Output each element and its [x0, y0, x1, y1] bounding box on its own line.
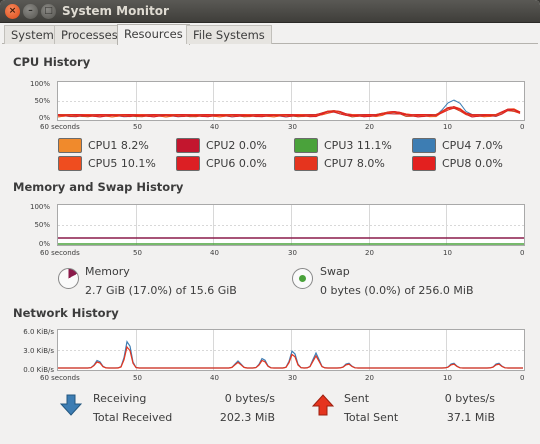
cpu-y-tick-0: 0% [38, 114, 50, 122]
cpu7-color-button[interactable] [294, 156, 318, 171]
receive-arrow-icon[interactable] [60, 394, 82, 416]
cpu7-label: CPU7 [324, 157, 354, 170]
memory-value: 2.7 GiB (17.0%) of 15.6 GiB [85, 284, 237, 297]
mem-x-tick-0: 0 [520, 249, 525, 257]
total-sent-label: Total Sent [344, 411, 399, 424]
mem-x-tick-60: 60 seconds [40, 249, 80, 257]
cpu2-color-button[interactable] [176, 138, 200, 153]
cpu4-label: CPU4 [442, 139, 472, 152]
cpu1-color-button[interactable] [58, 138, 82, 153]
cpu2-label: CPU2 [206, 139, 236, 152]
mem-x-tick-40: 40 [210, 249, 219, 257]
minimize-icon: – [28, 6, 33, 16]
mem-x-tick-20: 20 [365, 249, 374, 257]
tab-file-systems[interactable]: File Systems [186, 25, 272, 44]
network-history-graph [57, 329, 525, 371]
mem-y-tick-0: 0% [38, 240, 50, 248]
net-x-tick-60: 60 seconds [40, 374, 80, 382]
minimize-button[interactable]: – [23, 4, 38, 19]
net-x-tick-40: 40 [210, 374, 219, 382]
cpu5-value: 10.1% [120, 157, 156, 170]
cpu-y-tick-50: 50% [34, 97, 50, 105]
net-x-tick-50: 50 [133, 374, 142, 382]
net-x-tick-20: 20 [365, 374, 374, 382]
net-y-tick-3: 3.0 KiB/s [23, 347, 54, 355]
system-monitor-window: × – □ System Monitor System Processes Re… [0, 0, 540, 444]
mem-x-tick-10: 10 [443, 249, 452, 257]
network-history-title: Network History [13, 306, 119, 320]
cpu-history-graph [57, 81, 525, 121]
cpu-history-title: CPU History [13, 55, 91, 69]
net-y-tick-6: 6.0 KiB/s [23, 328, 54, 336]
total-received-value: 202.3 MiB [219, 411, 275, 424]
net-x-tick-30: 30 [288, 374, 297, 382]
receiving-label: Receiving [93, 392, 147, 405]
close-icon: × [8, 6, 17, 16]
cpu1-label: CPU1 [88, 139, 118, 152]
cpu-x-tick-20: 20 [365, 123, 374, 131]
title-bar: × – □ System Monitor [0, 0, 540, 23]
cpu-x-tick-40: 40 [210, 123, 219, 131]
cpu-x-tick-50: 50 [133, 123, 142, 131]
mem-y-tick-50: 50% [34, 221, 50, 229]
net-x-tick-10: 10 [443, 374, 452, 382]
maximize-icon: □ [44, 6, 53, 16]
total-received-label: Total Received [93, 411, 173, 424]
net-y-tick-0: 0.0 KiB/s [23, 366, 54, 374]
cpu2-value: 0.0% [238, 139, 267, 152]
mem-x-tick-50: 50 [133, 249, 142, 257]
memory-label: Memory [85, 265, 130, 278]
tab-resources[interactable]: Resources [117, 24, 190, 45]
cpu8-value: 0.0% [474, 157, 503, 170]
maximize-button[interactable]: □ [41, 4, 56, 19]
graph-grid [58, 205, 524, 245]
mem-y-tick-100: 100% [29, 203, 50, 211]
window-title: System Monitor [62, 4, 169, 18]
cpu3-label: CPU3 [324, 139, 354, 152]
tab-system[interactable]: System [4, 25, 61, 44]
cpu-y-tick-100: 100% [29, 80, 50, 88]
receiving-value: 0 bytes/s [224, 392, 275, 405]
cpu4-value: 7.0% [474, 139, 503, 152]
cpu3-color-button[interactable] [294, 138, 318, 153]
swap-pie-icon[interactable] [292, 268, 313, 289]
cpu6-color-button[interactable] [176, 156, 200, 171]
tab-bar: System Processes Resources File Systems [2, 24, 538, 45]
net-x-tick-0: 0 [520, 374, 525, 382]
cpu4-color-button[interactable] [412, 138, 436, 153]
sent-label: Sent [344, 392, 370, 405]
cpu1-value: 8.2% [120, 139, 149, 152]
tab-processes[interactable]: Processes [54, 25, 125, 44]
cpu-x-tick-10: 10 [443, 123, 452, 131]
memory-history-title: Memory and Swap History [13, 180, 184, 194]
cpu8-label: CPU8 [442, 157, 472, 170]
cpu7-value: 8.0% [356, 157, 385, 170]
cpu5-color-button[interactable] [58, 156, 82, 171]
cpu3-value: 11.1% [356, 139, 392, 152]
cpu6-value: 0.0% [238, 157, 267, 170]
close-button[interactable]: × [5, 4, 20, 19]
swap-pie-dot [299, 275, 306, 282]
memory-history-graph [57, 204, 525, 246]
send-arrow-icon[interactable] [312, 394, 334, 416]
cpu-x-tick-0: 0 [520, 123, 525, 131]
cpu6-label: CPU6 [206, 157, 236, 170]
swap-value: 0 bytes (0.0%) of 256.0 MiB [320, 284, 474, 297]
cpu-x-tick-60: 60 seconds [40, 123, 80, 131]
cpu5-label: CPU5 [88, 157, 118, 170]
sent-value: 0 bytes/s [444, 392, 495, 405]
swap-label: Swap [320, 265, 350, 278]
cpu-x-tick-30: 30 [288, 123, 297, 131]
memory-pie-icon[interactable] [58, 268, 79, 289]
cpu8-color-button[interactable] [412, 156, 436, 171]
mem-x-tick-30: 30 [288, 249, 297, 257]
total-sent-value: 37.1 MiB [446, 411, 495, 424]
